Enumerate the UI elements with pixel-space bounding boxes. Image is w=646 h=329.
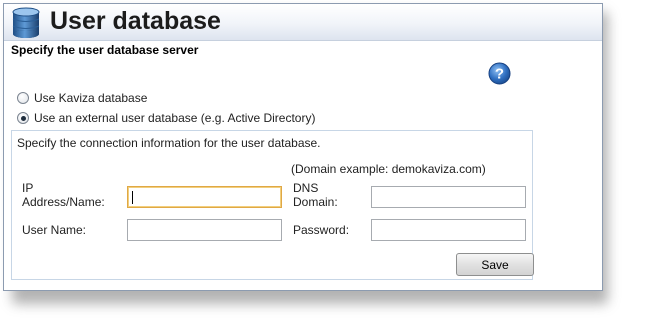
user-database-panel: User database Specify the user database … [3, 3, 603, 291]
password-label: Password: [293, 223, 350, 237]
radio-kaviza-label: Use Kaviza database [34, 91, 148, 105]
user-name-input[interactable] [127, 219, 282, 241]
radio-external-database[interactable]: Use an external user database (e.g. Acti… [17, 110, 315, 126]
connection-info-panel: Specify the connection information for t… [11, 130, 534, 280]
title-bar: User database [4, 4, 602, 41]
section-heading: Specify the user database server [11, 43, 199, 57]
dns-domain-label: DNS Domain: [293, 181, 338, 209]
password-input[interactable] [371, 219, 526, 241]
radio-external-label: Use an external user database (e.g. Acti… [34, 111, 316, 125]
radio-button-kaviza[interactable] [17, 92, 29, 104]
save-button[interactable]: Save [456, 253, 534, 276]
ip-address-input[interactable] [127, 186, 282, 208]
database-icon [12, 7, 40, 38]
radio-button-external[interactable] [17, 112, 29, 124]
ip-address-label: IP Address/Name: [22, 181, 105, 209]
dns-domain-input[interactable] [371, 186, 526, 208]
domain-example-text: (Domain example: demokaviza.com) [291, 162, 486, 176]
help-question-icon[interactable]: ? [488, 62, 511, 85]
radio-kaviza-database[interactable]: Use Kaviza database [17, 90, 147, 106]
svg-text:?: ? [495, 66, 504, 83]
page-title: User database [50, 7, 221, 35]
connection-instructions: Specify the connection information for t… [17, 136, 321, 150]
user-name-label: User Name: [22, 223, 87, 237]
text-caret [132, 191, 133, 204]
